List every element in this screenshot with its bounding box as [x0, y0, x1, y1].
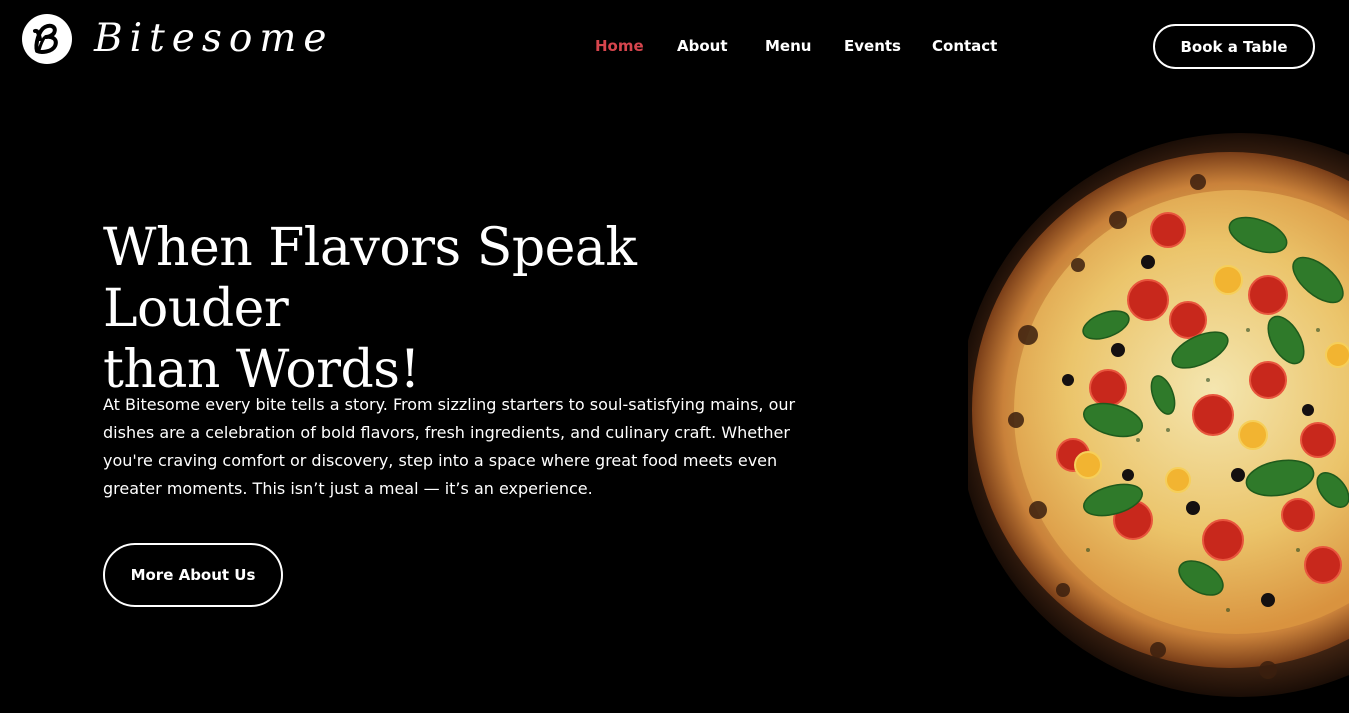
- landing-page: Bitesome Home About Menu Events Contact …: [0, 0, 1349, 713]
- hero-description: At Bitesome every bite tells a story. Fr…: [103, 395, 796, 498]
- more-about-us-button[interactable]: More About Us: [103, 543, 283, 607]
- nav-contact[interactable]: Contact: [932, 36, 997, 56]
- brand-name: Bitesome: [94, 16, 334, 61]
- book-a-table-button[interactable]: Book a Table: [1153, 24, 1315, 69]
- nav-home[interactable]: Home: [595, 36, 644, 56]
- nav-about[interactable]: About: [677, 36, 728, 56]
- nav-events[interactable]: Events: [844, 36, 901, 56]
- brand-logo-link[interactable]: Bitesome: [22, 14, 333, 64]
- site-header: Bitesome Home About Menu Events Contact …: [0, 0, 1349, 92]
- pizza-image: [968, 130, 1349, 713]
- b-monogram-logo-icon: [22, 14, 72, 64]
- hero-title-line-1: When Flavors Speak Louder: [103, 218, 637, 339]
- nav-menu[interactable]: Menu: [765, 36, 811, 56]
- hero-title: When Flavors Speak Louder than Words!: [103, 218, 823, 401]
